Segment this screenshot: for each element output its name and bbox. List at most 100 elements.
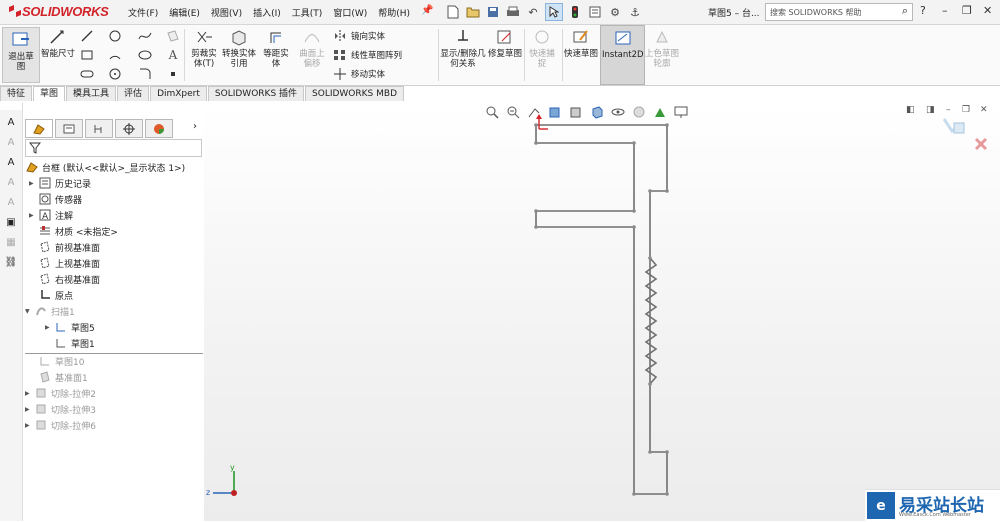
ellipse-tool[interactable] bbox=[138, 48, 156, 62]
point-tool[interactable] bbox=[166, 67, 184, 81]
hole-callout-icon[interactable]: ▦ bbox=[3, 234, 19, 250]
new-document-icon[interactable] bbox=[445, 4, 461, 20]
tree-item-sketch1[interactable]: 草图1 bbox=[54, 335, 95, 351]
pin-icon[interactable]: 📌 bbox=[421, 5, 433, 16]
instant2d-button[interactable]: Instant2D bbox=[600, 25, 645, 85]
mirror-entities-button[interactable]: 镜向实体 bbox=[333, 29, 385, 43]
tree-item-history[interactable]: ▶ 历史记录 bbox=[29, 175, 91, 191]
text-tool[interactable]: A bbox=[166, 48, 184, 62]
select-cursor-icon[interactable] bbox=[545, 3, 563, 21]
menu-help[interactable]: 帮助(H) bbox=[378, 6, 410, 19]
surface-offset-button[interactable]: 曲面上偏移 bbox=[296, 27, 328, 69]
datum-icon[interactable]: A bbox=[3, 194, 19, 210]
plane-tool[interactable] bbox=[166, 29, 184, 43]
tree-item-annotations[interactable]: ▶ A 注解 bbox=[29, 207, 73, 223]
menu-view[interactable]: 视图(V) bbox=[211, 6, 242, 19]
graphics-viewport[interactable]: ◧ ◨ – ❐ ✕ y z bbox=[204, 103, 1000, 521]
restore-button[interactable]: ❐ bbox=[962, 4, 972, 17]
chain-link-icon[interactable]: ⛓ bbox=[3, 254, 19, 270]
menu-edit[interactable]: 编辑(E) bbox=[169, 6, 200, 19]
tab-sketch[interactable]: 草图 bbox=[33, 86, 66, 101]
tree-filter-input[interactable] bbox=[25, 139, 202, 157]
dimxpert-manager-tab-icon[interactable] bbox=[115, 119, 143, 138]
tree-item-material[interactable]: 材质 <未指定> bbox=[38, 223, 118, 239]
tree-item-sweep[interactable]: ▼ 扫描1 bbox=[25, 303, 75, 319]
tree-item-cut-extrude6[interactable]: ▶ 切除-拉伸6 bbox=[25, 417, 96, 433]
tree-item-cut-extrude3[interactable]: ▶ 切除-拉伸3 bbox=[25, 401, 96, 417]
feature-manager-tab-icon[interactable] bbox=[25, 119, 53, 138]
save-icon[interactable] bbox=[485, 4, 501, 20]
search-icon[interactable]: ⌕ bbox=[902, 4, 908, 18]
note-icon[interactable]: A bbox=[3, 134, 19, 150]
menu-tools[interactable]: 工具(T) bbox=[292, 6, 323, 19]
linear-pattern-button[interactable]: 线性草图阵列 bbox=[333, 48, 402, 62]
exit-sketch-button[interactable]: 退出草图 bbox=[2, 27, 40, 83]
traffic-light-icon[interactable] bbox=[567, 4, 583, 20]
expand-arrow-icon[interactable]: ▶ bbox=[29, 180, 38, 187]
slot-tool[interactable] bbox=[80, 67, 98, 81]
expand-arrow-icon[interactable]: ▶ bbox=[25, 406, 34, 413]
tree-root-part[interactable]: 台框 (默认<<默认>_显示状态 1>) bbox=[25, 159, 185, 175]
circle-tool[interactable] bbox=[108, 29, 126, 43]
property-manager-tab-icon[interactable] bbox=[55, 119, 83, 138]
tree-item-top-plane[interactable]: 上视基准面 bbox=[38, 255, 100, 271]
expand-arrow-icon[interactable]: ▶ bbox=[25, 390, 34, 397]
quick-snap-button[interactable]: 快速捕捉 bbox=[526, 27, 558, 69]
weld-symbol-icon[interactable]: A bbox=[3, 174, 19, 190]
spline-tool[interactable] bbox=[138, 29, 156, 43]
help-search-input[interactable]: 搜索 SOLIDWORKS 帮助 ⌕ bbox=[765, 3, 913, 21]
fillet-tool[interactable] bbox=[138, 67, 156, 81]
print-icon[interactable] bbox=[505, 4, 521, 20]
tab-addins[interactable]: SOLIDWORKS 插件 bbox=[207, 86, 305, 101]
text-annotation-icon[interactable]: A bbox=[3, 114, 19, 130]
arc-tool[interactable] bbox=[108, 48, 126, 62]
tree-item-sensors[interactable]: 传感器 bbox=[38, 191, 82, 207]
repair-sketch-button[interactable]: 修复草图 bbox=[488, 27, 522, 59]
options-gear-icon[interactable]: ⚙ bbox=[607, 4, 623, 20]
menu-file[interactable]: 文件(F) bbox=[128, 6, 158, 19]
sketch-spring-zigzag[interactable] bbox=[644, 257, 658, 385]
sketch-outline-right[interactable] bbox=[536, 124, 668, 495]
tree-item-origin[interactable]: 原点 bbox=[38, 287, 73, 303]
open-folder-icon[interactable] bbox=[465, 4, 481, 20]
expand-arrow-icon[interactable]: ▶ bbox=[29, 212, 38, 219]
convert-entities-button[interactable]: 转换实体引用 bbox=[222, 27, 256, 69]
tab-dimxpert[interactable]: DimXpert bbox=[150, 86, 207, 101]
close-button[interactable]: ✕ bbox=[983, 4, 992, 17]
tab-mbd[interactable]: SOLIDWORKS MBD bbox=[305, 86, 404, 101]
balloon-icon[interactable]: A bbox=[3, 154, 19, 170]
shaded-sketch-contours-button[interactable]: 上色草图轮廓 bbox=[645, 27, 679, 69]
trim-entities-button[interactable]: 剪裁实体(T) bbox=[188, 27, 220, 69]
tree-item-sketch10[interactable]: 草图10 bbox=[38, 353, 84, 369]
tree-item-sketch5[interactable]: ▶ 草图5 bbox=[45, 319, 95, 335]
tree-item-cut-extrude2[interactable]: ▶ 切除-拉伸2 bbox=[25, 385, 96, 401]
tree-item-front-plane[interactable]: 前视基准面 bbox=[38, 239, 100, 255]
rectangle-tool[interactable] bbox=[80, 48, 98, 62]
line-tool[interactable] bbox=[80, 29, 98, 43]
anchor-icon[interactable]: ⚓ bbox=[627, 4, 643, 20]
collapse-arrow-icon[interactable]: ▼ bbox=[25, 308, 34, 315]
display-delete-relations-button[interactable]: 显示/删除几何关系 bbox=[440, 27, 486, 69]
minimize-button[interactable]: – bbox=[942, 4, 948, 17]
file-properties-icon[interactable] bbox=[587, 4, 603, 20]
surface-finish-icon[interactable]: ▣ bbox=[3, 214, 19, 230]
menu-window[interactable]: 窗口(W) bbox=[333, 6, 367, 19]
move-entities-button[interactable]: 移动实体 bbox=[333, 67, 385, 81]
sketch-outline-left[interactable] bbox=[535, 125, 635, 494]
expand-arrow-icon[interactable]: ▶ bbox=[25, 422, 34, 429]
tab-evaluate[interactable]: 评估 bbox=[117, 86, 150, 101]
menu-insert[interactable]: 插入(I) bbox=[253, 6, 281, 19]
configuration-manager-tab-icon[interactable] bbox=[85, 119, 113, 138]
tab-mold-tools[interactable]: 模具工具 bbox=[66, 86, 117, 101]
rapid-sketch-button[interactable]: 快速草图 bbox=[564, 27, 598, 59]
tree-item-plane1[interactable]: 基准面1 bbox=[38, 369, 88, 385]
sketch-geometry[interactable] bbox=[204, 103, 1000, 521]
chevron-right-icon[interactable]: › bbox=[193, 121, 197, 132]
display-manager-tab-icon[interactable] bbox=[145, 119, 173, 138]
smart-dimension-button[interactable]: 智能尺寸 bbox=[40, 27, 76, 59]
undo-icon[interactable]: ↶ bbox=[525, 4, 541, 20]
offset-entities-button[interactable]: 等距实体 bbox=[260, 27, 292, 69]
tree-item-right-plane[interactable]: 右视基准面 bbox=[38, 271, 100, 287]
help-button[interactable]: ? bbox=[920, 4, 926, 17]
expand-arrow-icon[interactable]: ▶ bbox=[45, 324, 54, 331]
